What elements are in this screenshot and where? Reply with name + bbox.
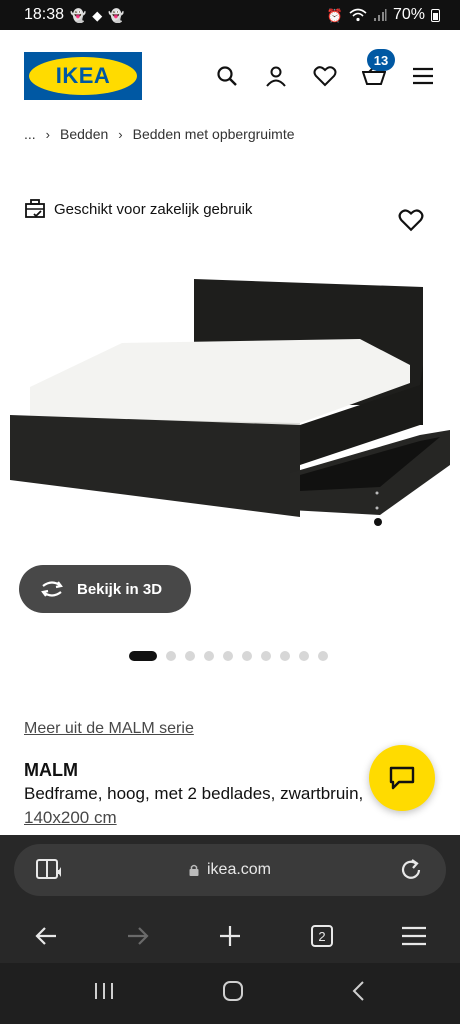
carousel-dot[interactable] (129, 651, 157, 661)
snapchat-icon: 👻 (70, 7, 87, 23)
rotate-3d-icon (41, 581, 63, 597)
business-badge: Geschikt voor zakelijk gebruik (24, 198, 252, 220)
chevron-right-icon: › (45, 126, 51, 142)
carousel-dot[interactable] (223, 651, 233, 661)
carousel-dot[interactable] (299, 651, 309, 661)
system-back-icon[interactable] (351, 980, 367, 1007)
wishlist-heart-icon[interactable] (312, 63, 338, 89)
carousel-dot[interactable] (185, 651, 195, 661)
alarm-icon: ⏰ (326, 7, 343, 23)
breadcrumb-item-bedden-met-opbergruimte[interactable]: Bedden met opbergruimte (133, 126, 295, 142)
product-size-link[interactable]: 140x200 cm (24, 808, 117, 828)
battery-icon (431, 8, 440, 22)
wifi-icon (349, 8, 367, 22)
product-image-bed[interactable] (0, 265, 460, 535)
cart-count-badge: 13 (367, 49, 395, 71)
breadcrumb-item-bedden[interactable]: Bedden (60, 126, 108, 142)
carousel-dot[interactable] (261, 651, 271, 661)
business-label: Geschikt voor zakelijk gebruik (54, 200, 253, 218)
battery-percent: 70% (392, 6, 425, 23)
view-3d-label: Bekijk in 3D (77, 580, 163, 598)
status-time: 18:38 (24, 6, 65, 23)
lock-icon (189, 864, 199, 876)
snapchat-icon: 👻 (108, 7, 125, 23)
address-bar[interactable]: ikea.com (14, 844, 446, 896)
tabs-count: 2 (311, 925, 333, 947)
search-icon[interactable] (214, 63, 240, 89)
reader-mode-icon[interactable] (36, 858, 64, 882)
reload-icon[interactable] (398, 857, 424, 883)
menu-icon[interactable] (410, 63, 436, 89)
new-tab-plus-icon[interactable] (209, 915, 251, 957)
favorite-heart-icon[interactable] (398, 208, 426, 234)
ikea-logo[interactable]: IKEA (24, 52, 142, 100)
carousel-dot[interactable] (318, 651, 328, 661)
browser-toolbar: ikea.com 2 (0, 835, 460, 963)
cart-icon[interactable]: 13 (361, 49, 395, 89)
back-arrow-icon[interactable] (25, 915, 67, 957)
tabs-button[interactable]: 2 (301, 915, 343, 957)
business-icon (25, 199, 45, 218)
system-nav-bar (0, 963, 460, 1024)
carousel-dot[interactable] (280, 651, 290, 661)
chevron-right-icon: › (118, 126, 123, 142)
carousel-dot[interactable] (242, 651, 252, 661)
recent-apps-icon[interactable] (93, 981, 115, 1006)
chat-icon (389, 766, 415, 790)
carousel-dot[interactable] (204, 651, 214, 661)
breadcrumb: ... › Bedden › Bedden met opbergruimte (24, 122, 295, 146)
signal-icon (373, 9, 387, 21)
series-link[interactable]: Meer uit de MALM serie (24, 720, 194, 738)
home-icon[interactable] (222, 980, 244, 1007)
status-bar: 18:38 👻 ◆ 👻 ⏰ 70% (0, 0, 460, 30)
browser-menu-icon[interactable] (393, 915, 435, 957)
chat-button[interactable] (369, 745, 435, 811)
site-header: IKEA 13 (0, 30, 460, 122)
carousel-dot[interactable] (166, 651, 176, 661)
view-3d-button[interactable]: Bekijk in 3D (19, 565, 191, 613)
logo-text: IKEA (29, 57, 137, 95)
carousel-dots[interactable] (129, 651, 328, 661)
url-text: ikea.com (206, 861, 272, 878)
breadcrumb-ellipsis[interactable]: ... (24, 126, 36, 142)
account-icon[interactable] (263, 63, 289, 89)
product-name: MALM (24, 760, 78, 780)
forward-arrow-icon[interactable] (117, 915, 159, 957)
dropbox-icon: ◆ (92, 7, 103, 23)
